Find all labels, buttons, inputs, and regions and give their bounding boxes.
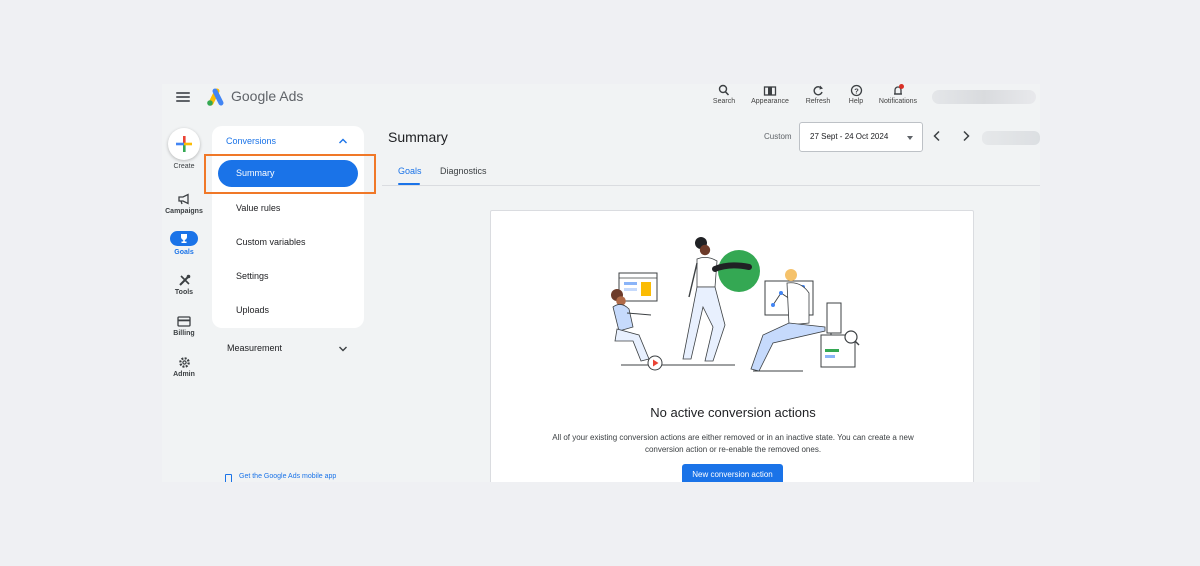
empty-state-illustration xyxy=(611,237,860,372)
measurement-section-header[interactable]: Measurement xyxy=(227,343,282,353)
refresh-action[interactable]: Refresh xyxy=(802,84,834,105)
help-action[interactable]: ? Help xyxy=(845,84,867,105)
google-ads-logo xyxy=(207,88,224,106)
top-bar: Google Ads Search Appearance Refresh ? H… xyxy=(162,84,1040,112)
page-title: Summary xyxy=(388,129,448,145)
campaigns-label: Campaigns xyxy=(165,208,203,215)
previous-period-icon[interactable] xyxy=(932,130,942,142)
help-label: Help xyxy=(848,98,864,105)
date-range-picker[interactable]: 27 Sept - 24 Oct 2024 xyxy=(799,122,923,152)
help-icon: ? xyxy=(850,84,862,97)
goals-active-pill xyxy=(170,231,198,246)
dropdown-caret-icon xyxy=(907,136,913,140)
rail-item-admin[interactable]: Admin xyxy=(162,354,206,378)
empty-state-card: No active conversion actions All of your… xyxy=(490,210,974,482)
mobile-app-link[interactable]: Get the Google Ads mobile app xyxy=(239,473,336,480)
rail-item-campaigns[interactable]: Campaigns xyxy=(162,191,206,215)
svg-text:?: ? xyxy=(854,86,859,95)
megaphone-icon xyxy=(178,193,189,205)
tools-icon xyxy=(178,274,190,286)
credit-card-icon xyxy=(177,315,191,327)
nav-item-custom-variables[interactable]: Custom variables xyxy=(236,237,306,247)
refresh-label: Refresh xyxy=(805,98,831,105)
admin-label: Admin xyxy=(173,371,195,378)
appearance-action[interactable]: Appearance xyxy=(748,84,792,105)
create-button[interactable] xyxy=(168,128,200,160)
trophy-icon xyxy=(181,234,187,243)
nav-item-settings[interactable]: Settings xyxy=(236,271,269,281)
new-conversion-action-button[interactable]: New conversion action xyxy=(682,464,783,482)
search-icon xyxy=(718,84,730,96)
conversions-section-header[interactable]: Conversions xyxy=(226,136,276,146)
empty-state-title: No active conversion actions xyxy=(650,405,816,420)
appearance-label: Appearance xyxy=(751,98,789,105)
nav-item-value-rules[interactable]: Value rules xyxy=(236,203,280,213)
date-range-value: 27 Sept - 24 Oct 2024 xyxy=(810,132,889,141)
tab-goals[interactable]: Goals xyxy=(398,166,422,176)
chevron-up-icon[interactable] xyxy=(338,137,348,145)
notifications-label: Notifications xyxy=(878,98,918,105)
nav-item-summary[interactable]: Summary xyxy=(218,160,358,187)
appearance-icon xyxy=(763,86,777,96)
billing-label: Billing xyxy=(173,330,195,337)
empty-state-description: All of your existing conversion actions … xyxy=(552,433,914,454)
search-action[interactable]: Search xyxy=(710,84,738,105)
next-period-icon[interactable] xyxy=(961,130,971,142)
tabs-divider xyxy=(382,185,1040,186)
rail-item-tools[interactable]: Tools xyxy=(162,272,206,296)
account-info[interactable] xyxy=(932,90,1036,104)
create-label: Create xyxy=(173,163,195,170)
tab-diagnostics[interactable]: Diagnostics xyxy=(440,166,487,176)
blurred-control[interactable] xyxy=(982,131,1040,145)
bell-icon xyxy=(894,84,904,95)
rail-item-billing[interactable]: Billing xyxy=(162,313,206,337)
gear-icon xyxy=(178,356,190,368)
notifications-action[interactable]: Notifications xyxy=(874,84,922,105)
conversions-nav-panel: Conversions Summary Value rules Custom v… xyxy=(212,126,364,328)
chevron-down-icon[interactable] xyxy=(338,345,348,353)
plus-icon xyxy=(176,136,192,152)
menu-icon[interactable] xyxy=(176,92,190,102)
google-ads-window: Google Ads Search Appearance Refresh ? H… xyxy=(162,84,1040,482)
refresh-icon xyxy=(813,85,823,96)
date-range-type-label: Custom xyxy=(764,132,792,141)
app-title: Google Ads xyxy=(231,88,304,104)
tools-label: Tools xyxy=(174,289,194,296)
rail-item-goals[interactable]: Goals xyxy=(162,231,206,256)
search-label: Search xyxy=(712,98,736,105)
mobile-phone-icon xyxy=(225,474,232,482)
goals-label: Goals xyxy=(174,249,194,256)
rail-create-label-wrap: Create xyxy=(162,162,206,170)
nav-item-uploads[interactable]: Uploads xyxy=(236,305,269,315)
